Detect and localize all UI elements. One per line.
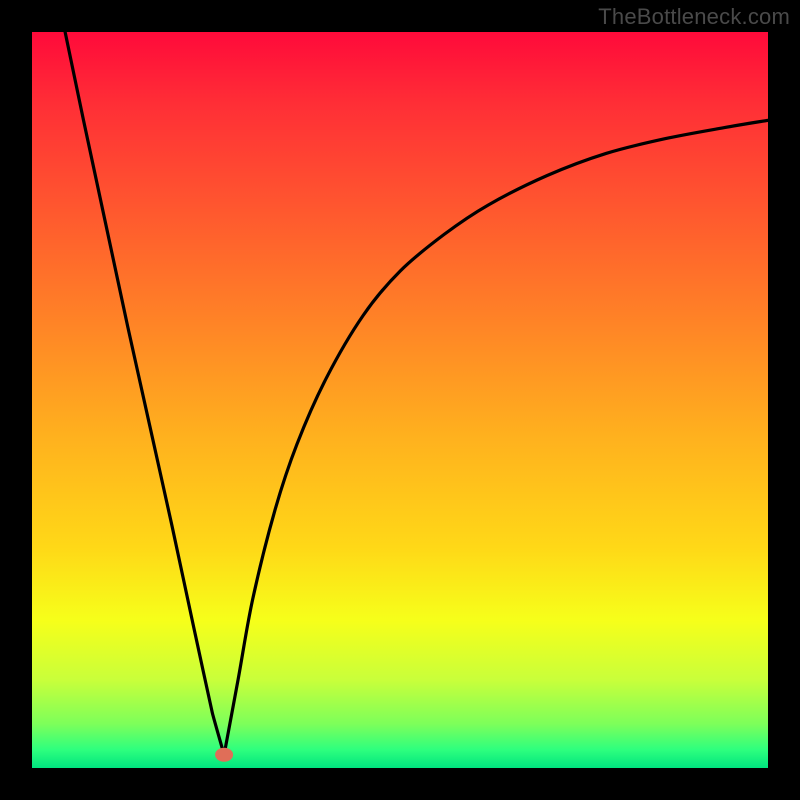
watermark-text: TheBottleneck.com [598, 4, 790, 30]
minimum-marker [215, 748, 233, 762]
plot-frame [32, 32, 768, 768]
bottleneck-plot [32, 32, 768, 768]
